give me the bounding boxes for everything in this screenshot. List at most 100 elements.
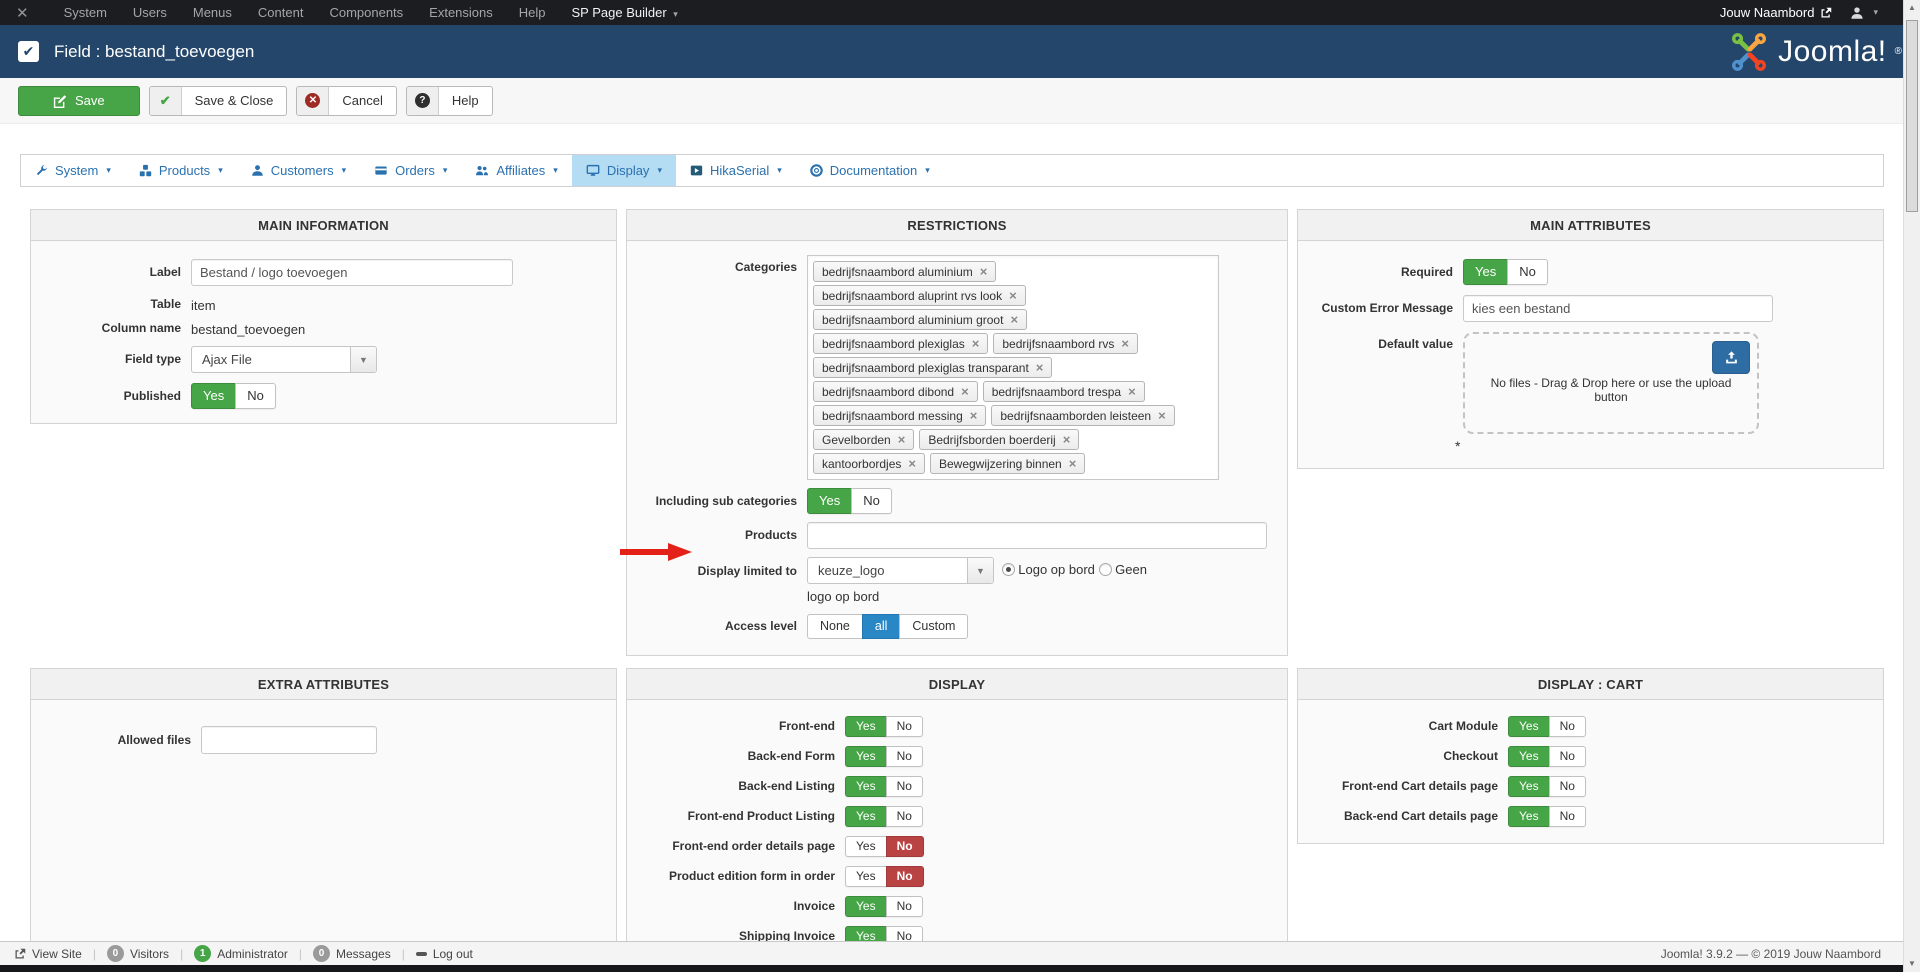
no-button[interactable]: No — [1548, 716, 1586, 737]
yes-button[interactable]: Yes — [845, 836, 887, 857]
geen-logo-radio[interactable] — [1098, 563, 1112, 576]
no-button[interactable]: No — [885, 836, 924, 857]
remove-tag-icon[interactable]: × — [972, 337, 980, 350]
remove-tag-icon[interactable]: × — [1158, 409, 1166, 422]
no-button[interactable]: No — [885, 716, 923, 737]
administrator-status[interactable]: 1 Administrator — [194, 945, 288, 962]
remove-tag-icon[interactable]: × — [961, 385, 969, 398]
no-button[interactable]: No — [1507, 259, 1548, 285]
yes-button[interactable]: Yes — [191, 383, 237, 409]
category-tag[interactable]: bedrijfsnaambord aluprint rvs look × — [813, 285, 1026, 306]
category-tag[interactable]: bedrijfsnaambord aluminium groot × — [813, 309, 1028, 330]
view-site-link[interactable]: View Site — [14, 947, 82, 961]
chevron-down-icon[interactable]: ▼ — [350, 347, 376, 372]
menu-products[interactable]: Products ▾ — [125, 155, 237, 186]
yes-button[interactable]: Yes — [1508, 776, 1550, 797]
logo-op-bord-radio[interactable] — [1001, 563, 1015, 576]
remove-tag-icon[interactable]: × — [1010, 313, 1018, 326]
no-button[interactable]: No — [1548, 746, 1586, 767]
no-button[interactable]: No — [885, 806, 923, 827]
yes-button[interactable]: Yes — [1508, 716, 1550, 737]
no-button[interactable]: No — [1548, 776, 1586, 797]
save-button[interactable]: Save — [18, 85, 140, 116]
field-type-select[interactable]: Ajax File ▼ — [191, 346, 377, 373]
no-button[interactable]: No — [885, 896, 923, 917]
remove-tag-icon[interactable]: × — [980, 265, 988, 278]
cancel-button[interactable]: ✕ Cancel — [296, 85, 397, 116]
remove-tag-icon[interactable]: × — [1036, 361, 1044, 374]
no-button[interactable]: No — [851, 488, 892, 514]
label-input[interactable] — [191, 259, 513, 286]
scroll-down-arrow[interactable]: ▼ — [1904, 959, 1920, 968]
menu-system[interactable]: System ▾ — [21, 155, 125, 186]
topbar-item-extensions[interactable]: Extensions — [416, 5, 506, 20]
remove-tag-icon[interactable]: × — [1069, 457, 1077, 470]
products-input[interactable] — [807, 522, 1267, 549]
category-tag[interactable]: bedrijfsnaambord rvs × — [993, 333, 1138, 354]
yes-button[interactable]: Yes — [845, 716, 887, 737]
topbar-item-help[interactable]: Help — [506, 5, 559, 20]
file-dropzone[interactable]: No files - Drag & Drop here or use the u… — [1463, 332, 1759, 434]
no-button[interactable]: No — [885, 746, 923, 767]
yes-button[interactable]: Yes — [1508, 746, 1550, 767]
visitors-status[interactable]: 0 Visitors — [106, 945, 169, 962]
topbar-item-content[interactable]: Content — [245, 5, 317, 20]
allowed-files-input[interactable] — [201, 726, 377, 754]
yes-button[interactable]: Yes — [845, 806, 887, 827]
yes-button[interactable]: Yes — [807, 488, 853, 514]
remove-tag-icon[interactable]: × — [970, 409, 978, 422]
category-tag[interactable]: bedrijfsnaamborden leisteen × — [991, 405, 1175, 426]
access-none-button[interactable]: None — [807, 614, 863, 640]
categories-tagbox[interactable]: bedrijfsnaambord aluminium × bedrijfsnaam… — [807, 255, 1219, 480]
no-button[interactable]: No — [1548, 806, 1586, 827]
logout-link[interactable]: Log out — [415, 947, 473, 961]
category-tag[interactable]: kantoorbordjes × — [813, 453, 925, 474]
upload-button[interactable] — [1712, 341, 1750, 374]
scroll-up-arrow[interactable]: ▲ — [1904, 3, 1920, 12]
chevron-down-icon[interactable]: ▼ — [967, 558, 993, 584]
save-close-button[interactable]: ✔ Save & Close — [148, 85, 288, 116]
yes-button[interactable]: Yes — [845, 776, 887, 797]
yes-button[interactable]: Yes — [845, 866, 887, 887]
help-button[interactable]: ? Help — [405, 85, 493, 116]
category-tag[interactable]: bedrijfsnaambord plexiglas × — [813, 333, 989, 354]
category-tag[interactable]: bedrijfsnaambord dibond × — [813, 381, 978, 402]
yes-button[interactable]: Yes — [845, 896, 887, 917]
no-button[interactable]: No — [885, 776, 923, 797]
custom-error-message-input[interactable] — [1463, 295, 1773, 322]
user-menu[interactable]: ▾ — [1850, 6, 1878, 20]
topbar-item-sp-page-builder[interactable]: SP Page Builder ▾ — [559, 5, 691, 20]
topbar-item-system[interactable]: System — [51, 5, 120, 20]
display-limited-to-select[interactable]: keuze_logo ▼ — [807, 557, 994, 585]
category-tag[interactable]: Bedrijfsborden boerderij × — [919, 429, 1080, 450]
category-tag[interactable]: bedrijfsnaambord plexiglas transparant × — [813, 357, 1053, 378]
yes-button[interactable]: Yes — [1508, 806, 1550, 827]
category-tag[interactable]: Gevelborden × — [813, 429, 915, 450]
menu-orders[interactable]: Orders ▾ — [360, 155, 461, 186]
category-tag[interactable]: bedrijfsnaambord trespa × — [982, 381, 1145, 402]
remove-tag-icon[interactable]: × — [1121, 337, 1129, 350]
yes-button[interactable]: Yes — [1463, 259, 1509, 285]
menu-affiliates[interactable]: Affiliates ▾ — [461, 155, 571, 186]
access-custom-button[interactable]: Custom — [899, 614, 969, 640]
category-tag[interactable]: Bewegwijzering binnen × — [929, 453, 1086, 474]
menu-display[interactable]: Display ▾ — [571, 155, 676, 186]
menu-documentation[interactable]: Documentation ▾ — [796, 155, 944, 186]
remove-tag-icon[interactable]: × — [1128, 385, 1136, 398]
site-name-link[interactable]: Jouw Naambord — [1720, 5, 1833, 20]
remove-tag-icon[interactable]: × — [1063, 433, 1071, 446]
menu-hikaserial[interactable]: HikaSerial ▾ — [676, 155, 796, 186]
category-tag[interactable]: bedrijfsnaambord aluminium × — [813, 261, 997, 282]
remove-tag-icon[interactable]: × — [898, 433, 906, 446]
access-all-button[interactable]: all — [861, 614, 901, 640]
scrollbar-thumb[interactable] — [1906, 20, 1918, 212]
messages-status[interactable]: 0 Messages — [313, 945, 391, 962]
no-button[interactable]: No — [885, 866, 924, 887]
topbar-item-users[interactable]: Users — [120, 5, 180, 20]
category-tag[interactable]: bedrijfsnaambord messing × — [813, 405, 987, 426]
remove-tag-icon[interactable]: × — [908, 457, 916, 470]
vertical-scrollbar[interactable]: ▲ ▼ — [1903, 0, 1920, 972]
menu-customers[interactable]: Customers ▾ — [237, 155, 360, 186]
topbar-item-menus[interactable]: Menus — [180, 5, 245, 20]
topbar-item-components[interactable]: Components — [316, 5, 416, 20]
